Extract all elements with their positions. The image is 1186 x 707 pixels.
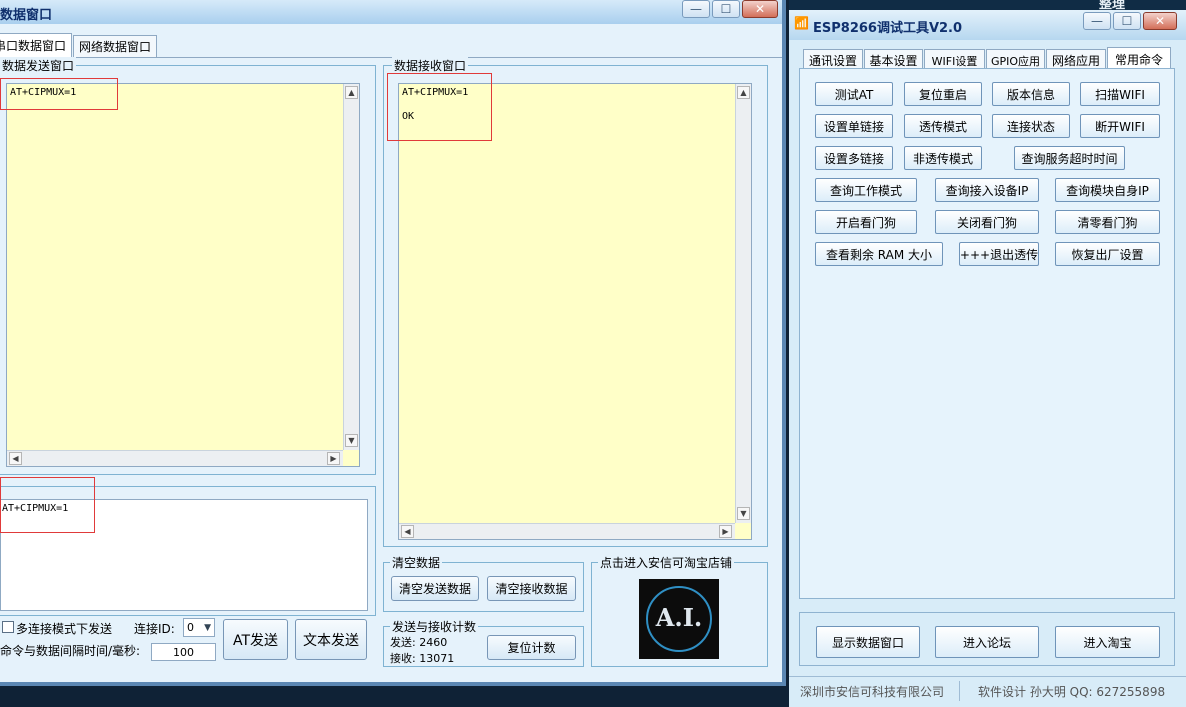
scroll-right-icon[interactable]: ▶ — [327, 452, 340, 465]
version-info-button[interactable]: 版本信息 — [992, 82, 1070, 106]
recv-count: 接收: 13071 — [390, 652, 455, 665]
status-bar: 深圳市安信可科技有限公司 软件设计 孙大明 QQ: 627255898 — [789, 676, 1186, 707]
tab-serial-data[interactable]: 串口数据窗口 — [0, 33, 72, 57]
reset-restart-button[interactable]: 复位重启 — [904, 82, 982, 106]
factory-reset-button[interactable]: 恢复出厂设置 — [1055, 242, 1160, 266]
send-vscroll[interactable]: ▲ ▼ — [343, 84, 359, 450]
highlight-box-recv — [387, 73, 492, 141]
chevron-down-icon: ▼ — [204, 622, 211, 633]
tab-divider — [0, 57, 782, 58]
minimize-icon[interactable]: — — [682, 0, 710, 18]
taskbar-strip — [789, 0, 1186, 10]
recv-group-label: 数据接收窗口 — [392, 57, 469, 74]
text-send-button[interactable]: 文本发送 — [295, 619, 367, 660]
close-icon[interactable]: ✕ — [742, 0, 778, 18]
highlight-box-command — [0, 477, 95, 533]
esp8266-title: ESP8266调试工具V2.0 — [813, 21, 963, 36]
query-server-timeout-button[interactable]: 查询服务超时时间 — [1014, 146, 1125, 170]
status-company: 深圳市安信可科技有限公司 — [800, 685, 945, 699]
query-work-mode-button[interactable]: 查询工作模式 — [815, 178, 917, 202]
send-count: 发送: 2460 — [390, 636, 448, 649]
clear-watchdog-button[interactable]: 清零看门狗 — [1055, 210, 1160, 234]
scroll-down-icon[interactable]: ▼ — [737, 507, 750, 520]
multi-connect-label: 多连接模式下发送 — [16, 622, 113, 636]
scroll-up-icon[interactable]: ▲ — [345, 86, 358, 99]
disconnect-wifi-button[interactable]: 断开WIFI — [1080, 114, 1160, 138]
tab-network-data[interactable]: 网络数据窗口 — [73, 35, 157, 57]
exit-passthrough-button[interactable]: +++退出透传 — [959, 242, 1039, 266]
connection-status-button[interactable]: 连接状态 — [992, 114, 1070, 138]
scroll-down-icon[interactable]: ▼ — [345, 434, 358, 447]
connect-id-value: 0 — [187, 621, 194, 634]
esp8266-titlebar[interactable]: 📶 ESP8266调试工具V2.0 — ☐ ✕ — [789, 10, 1186, 40]
data-window: 数据窗口 — ☐ ✕ 串口数据窗口 网络数据窗口 数据发送窗口 AT+CIPMU… — [0, 0, 786, 686]
data-window-title: 数据窗口 — [0, 8, 53, 23]
highlight-box-send — [0, 78, 118, 110]
maximize-icon[interactable]: ☐ — [712, 0, 740, 18]
minimize-icon[interactable]: — — [1083, 12, 1111, 30]
scroll-left-icon[interactable]: ◀ — [9, 452, 22, 465]
set-single-link-button[interactable]: 设置单链接 — [815, 114, 893, 138]
at-send-button[interactable]: AT发送 — [223, 619, 288, 660]
reset-count-button[interactable]: 复位计数 — [487, 635, 576, 660]
send-hscroll[interactable]: ◀ ▶ — [7, 450, 343, 466]
query-connected-device-ip-button[interactable]: 查询接入设备IP — [935, 178, 1039, 202]
disable-watchdog-button[interactable]: 关闭看门狗 — [935, 210, 1039, 234]
connect-id-label: 连接ID: — [134, 622, 175, 636]
maximize-icon[interactable]: ☐ — [1113, 12, 1141, 30]
bottom-action-group: 显示数据窗口 进入论坛 进入淘宝 — [799, 612, 1175, 666]
ai-thinker-logo[interactable]: A.I. — [639, 579, 719, 659]
scan-wifi-button[interactable]: 扫描WIFI — [1080, 82, 1160, 106]
common-commands-panel: 测试AT 复位重启 版本信息 扫描WIFI 设置单链接 透传模式 连接状态 断开… — [799, 68, 1175, 599]
clear-recv-button[interactable]: 清空接收数据 — [487, 576, 576, 601]
set-multi-link-button[interactable]: 设置多链接 — [815, 146, 893, 170]
clear-send-button[interactable]: 清空发送数据 — [391, 576, 479, 601]
enter-forum-button[interactable]: 进入论坛 — [935, 626, 1039, 658]
passthrough-mode-button[interactable]: 透传模式 — [904, 114, 982, 138]
non-passthrough-mode-button[interactable]: 非透传模式 — [904, 146, 982, 170]
status-author: 软件设计 孙大明 QQ: 627255898 — [978, 685, 1166, 699]
recv-hscroll[interactable]: ◀ ▶ — [399, 523, 735, 539]
enable-watchdog-button[interactable]: 开启看门狗 — [815, 210, 917, 234]
scroll-left-icon[interactable]: ◀ — [401, 525, 414, 538]
enter-taobao-button[interactable]: 进入淘宝 — [1055, 626, 1160, 658]
status-divider — [959, 681, 960, 701]
test-at-button[interactable]: 测试AT — [815, 82, 893, 106]
connect-id-select[interactable]: 0 ▼ — [183, 618, 215, 637]
app-icon: 📶 — [794, 16, 809, 30]
interval-input[interactable]: 100 — [151, 643, 216, 661]
recv-vscroll[interactable]: ▲ ▼ — [735, 84, 751, 523]
data-window-titlebar[interactable]: 数据窗口 — ☐ ✕ — [0, 0, 782, 24]
clear-group-label: 清空数据 — [390, 554, 443, 571]
esp8266-tool-window: 整理 📶 ESP8266调试工具V2.0 — ☐ ✕ 通讯设置 基本设置 WIF… — [789, 0, 1186, 707]
show-data-window-button[interactable]: 显示数据窗口 — [816, 626, 920, 658]
recv-textarea[interactable]: AT+CIPMUX=1 OK ▲ ▼ ◀ ▶ — [398, 83, 752, 540]
close-icon[interactable]: ✕ — [1143, 12, 1177, 30]
scroll-right-icon[interactable]: ▶ — [719, 525, 732, 538]
shop-group-label: 点击进入安信可淘宝店铺 — [598, 554, 735, 571]
send-textarea[interactable]: AT+CIPMUX=1 ▲ ▼ ◀ ▶ — [6, 83, 360, 467]
send-group-label: 数据发送窗口 — [0, 57, 77, 74]
interval-label: 命令与数据间隔时间/毫秒: — [0, 644, 141, 658]
count-group-label: 发送与接收计数 — [390, 618, 479, 635]
view-free-ram-button[interactable]: 查看剩余 RAM 大小 — [815, 242, 943, 266]
multi-connect-checkbox[interactable] — [2, 621, 14, 633]
query-module-ip-button[interactable]: 查询模块自身IP — [1055, 178, 1160, 202]
scroll-up-icon[interactable]: ▲ — [737, 86, 750, 99]
